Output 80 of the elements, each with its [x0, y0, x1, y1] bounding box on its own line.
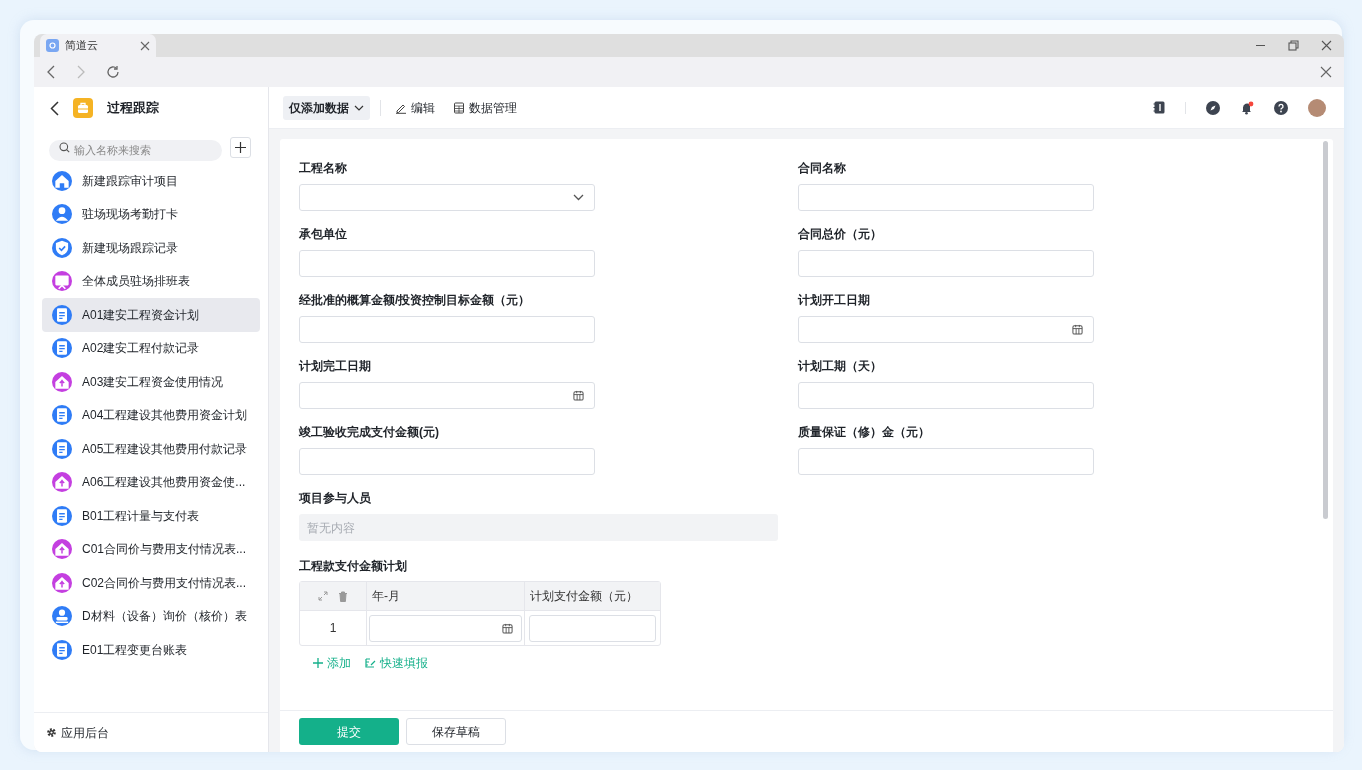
bell-icon[interactable]	[1240, 100, 1254, 115]
input-field[interactable]	[299, 250, 595, 277]
field-label: 合同名称	[798, 160, 847, 177]
field-label: 竣工验收完成支付金额(元)	[299, 424, 440, 441]
app-favicon-icon	[46, 39, 59, 52]
row-number: 1	[300, 611, 367, 645]
date-field[interactable]	[798, 316, 1094, 343]
close-icon[interactable]	[1321, 40, 1332, 51]
edit-button[interactable]: 编辑	[391, 98, 439, 117]
calendar-icon	[502, 622, 513, 634]
chevron-down-icon	[354, 104, 364, 111]
field-label: 计划开工日期	[798, 292, 871, 309]
field-label: 计划工期（天）	[798, 358, 883, 375]
sidebar-item[interactable]: C01合同价与费用支付情况表...	[42, 532, 260, 566]
sidebar-item[interactable]: 新建跟踪审计项目	[42, 164, 260, 198]
expand-icon[interactable]	[318, 591, 328, 601]
table-icon	[453, 101, 465, 114]
field-label: 项目参与人员	[299, 490, 372, 507]
field-label: 承包单位	[299, 226, 348, 243]
search-field[interactable]: 输入名称来搜索	[49, 139, 222, 161]
sidebar-item[interactable]: A06工程建设其他费用资金使...	[42, 465, 260, 499]
input-field[interactable]	[299, 316, 595, 343]
sidebar-item[interactable]: D材料（设备）询价（核价）表	[42, 599, 260, 633]
calendar-icon	[573, 390, 584, 401]
briefcase-icon	[73, 98, 93, 118]
member-field: 暂无内容	[299, 514, 778, 541]
date-field[interactable]	[299, 382, 595, 409]
input-field[interactable]	[798, 184, 1094, 211]
app-title: 过程跟踪	[107, 99, 159, 118]
column-header: 计划支付金额（元）	[529, 588, 639, 605]
add-button[interactable]	[230, 137, 251, 158]
plus-icon	[235, 142, 246, 153]
input-field[interactable]	[798, 250, 1094, 277]
compass-icon[interactable]	[1206, 100, 1220, 115]
input-field[interactable]	[798, 382, 1094, 409]
sidebar-item[interactable]: 全体成员驻场排班表	[42, 264, 260, 298]
close-icon[interactable]	[1320, 66, 1332, 78]
sidebar-item[interactable]: C02合同价与费用支付情况表...	[42, 566, 260, 600]
field-label: 质量保证（修）金（元）	[798, 424, 931, 441]
browser-tab[interactable]: 简道云	[40, 34, 156, 57]
sidebar-item[interactable]: A04工程建设其他费用资金计划	[42, 398, 260, 432]
edit-list-icon	[365, 658, 376, 668]
column-header: 年-月	[367, 582, 525, 610]
sidebar-item[interactable]: 驻场现场考勤打卡	[42, 197, 260, 231]
scrollbar[interactable]	[1323, 141, 1328, 519]
back-icon[interactable]	[50, 100, 59, 116]
sidebar-item[interactable]: E01工程变更台账表	[42, 633, 260, 667]
date-field[interactable]	[369, 614, 522, 642]
input-field[interactable]	[299, 448, 595, 475]
data-manage-button[interactable]: 数据管理	[449, 98, 521, 117]
save-draft-button[interactable]: 保存草稿	[406, 718, 506, 745]
forward-icon[interactable]	[76, 65, 86, 79]
help-icon[interactable]	[1274, 100, 1288, 115]
close-icon[interactable]	[140, 40, 150, 51]
sidebar-item[interactable]: B01工程计量与支付表	[42, 499, 260, 533]
calendar-icon	[1072, 324, 1083, 335]
field-label: 经批准的概算金额/投资控制目标金额（元）	[299, 292, 532, 309]
search-icon	[59, 142, 70, 153]
select-field[interactable]	[299, 184, 595, 211]
avatar[interactable]	[1308, 98, 1326, 117]
field-label: 合同总价（元）	[798, 226, 883, 243]
gear-icon	[46, 727, 57, 738]
notebook-icon[interactable]	[1153, 101, 1165, 114]
sidebar-item[interactable]: 新建现场跟踪记录	[42, 231, 260, 265]
plus-icon	[313, 658, 323, 668]
input-field[interactable]	[798, 448, 1094, 475]
chevron-down-icon	[573, 194, 584, 201]
sidebar-item[interactable]: A03建安工程资金使用情况	[42, 365, 260, 399]
mode-dropdown[interactable]: 仅添加数据	[283, 95, 370, 120]
field-label: 工程名称	[299, 160, 348, 177]
sidebar-item[interactable]: A05工程建设其他费用付款记录	[42, 432, 260, 466]
trash-icon[interactable]	[338, 590, 348, 602]
field-label: 计划完工日期	[299, 358, 372, 375]
input-field[interactable]	[529, 614, 656, 642]
sidebar-item[interactable]: A01建安工程资金计划	[42, 298, 260, 332]
field-label: 工程款支付金额计划	[299, 558, 408, 575]
app-admin-link[interactable]: 应用后台	[61, 723, 109, 742]
restore-icon[interactable]	[1288, 40, 1299, 51]
reload-icon[interactable]	[106, 65, 120, 79]
sidebar-item[interactable]: A02建安工程付款记录	[42, 331, 260, 365]
